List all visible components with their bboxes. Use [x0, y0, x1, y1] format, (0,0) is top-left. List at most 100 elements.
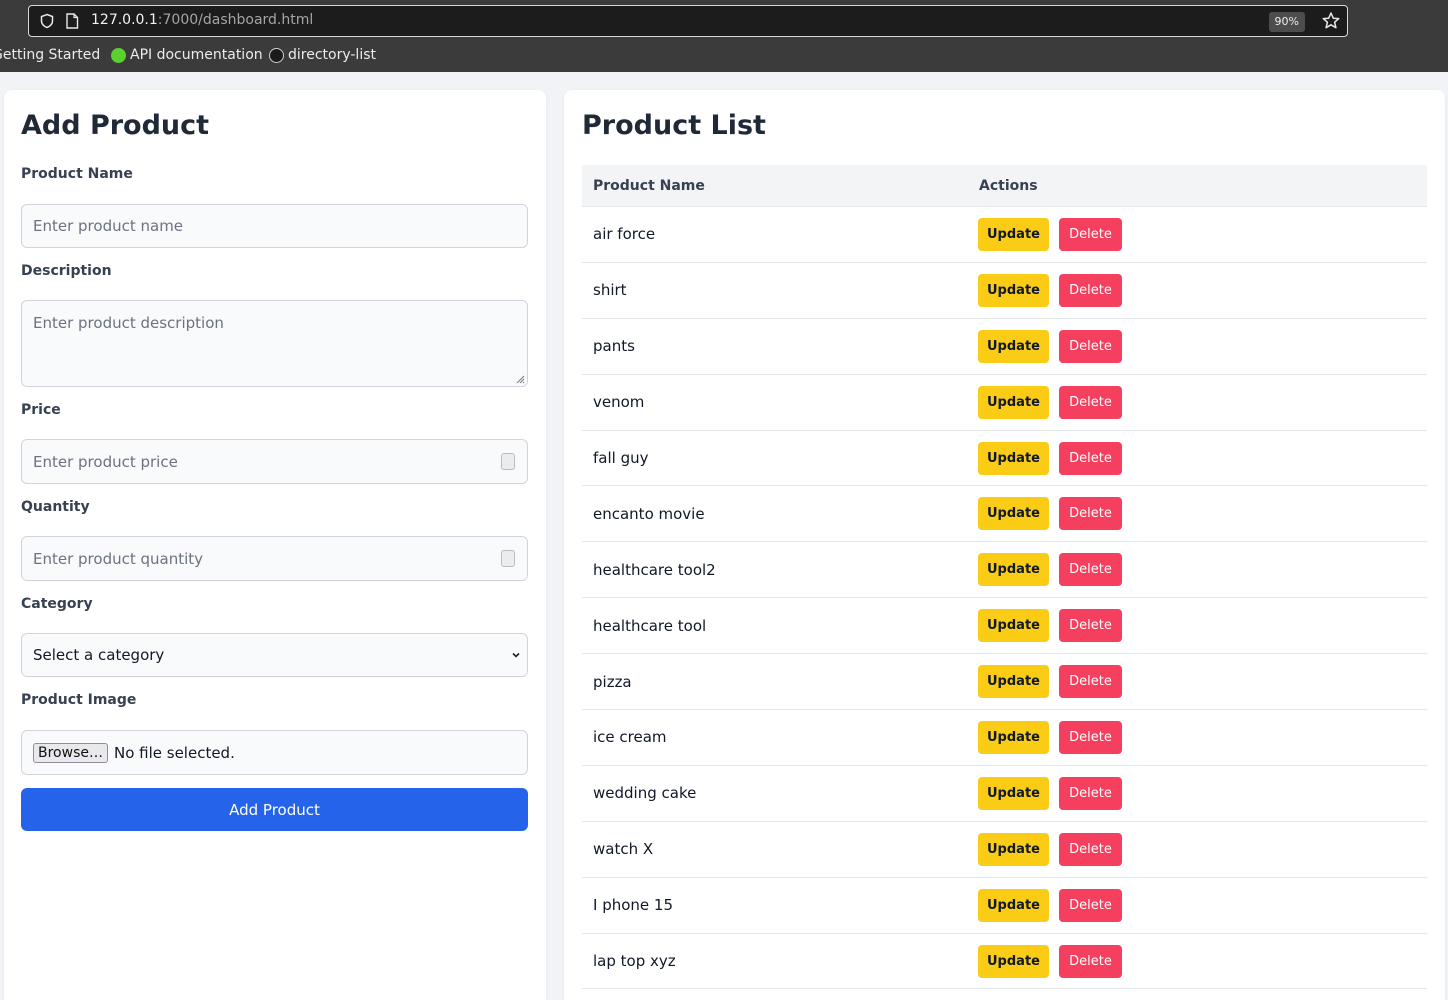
update-button[interactable]: Update	[978, 888, 1049, 922]
table-row: pizza Update Delete	[582, 654, 1427, 711]
table-header: Product Name Actions	[582, 165, 1427, 207]
bookmarks-bar: Getting Started API documentation direct…	[0, 43, 1448, 69]
bookmark-label: Getting Started	[0, 47, 101, 63]
file-status: No file selected.	[113, 743, 235, 762]
table-row: wedding cake Update Delete	[582, 766, 1427, 822]
delete-button[interactable]: Delete	[1059, 441, 1122, 475]
bookmark-directory-list[interactable]: directory-list	[269, 47, 376, 63]
description-label: Description	[21, 263, 112, 279]
table-row: shirt Update Delete	[582, 263, 1427, 319]
delete-button[interactable]: Delete	[1059, 609, 1122, 643]
address-bar[interactable]: 127.0.0.1:7000/dashboard.html 90%	[28, 5, 1348, 37]
delete-button[interactable]: Delete	[1059, 944, 1122, 978]
product-name-cell: ice cream	[593, 728, 667, 747]
quantity-input[interactable]: Enter product quantity	[21, 536, 528, 581]
update-button[interactable]: Update	[978, 441, 1049, 475]
table-row: watch X Update Delete	[582, 822, 1427, 878]
product-image-label: Product Image	[21, 692, 137, 708]
product-name-label: Product Name	[21, 166, 133, 182]
price-input[interactable]: Enter product price	[21, 439, 528, 484]
description-textarea[interactable]: Enter product description	[21, 300, 528, 387]
update-button[interactable]: Update	[978, 776, 1049, 810]
delete-button[interactable]: Delete	[1059, 665, 1122, 699]
update-button[interactable]: Update	[978, 217, 1049, 251]
table-row: fall guy Update Delete	[582, 431, 1427, 487]
delete-button[interactable]: Delete	[1059, 329, 1122, 363]
update-button[interactable]: Update	[978, 720, 1049, 754]
update-button[interactable]: Update	[978, 609, 1049, 643]
browse-button[interactable]: Browse…	[33, 742, 108, 763]
product-name-cell: venom	[593, 393, 645, 412]
url-host: 127.0.0.1	[91, 12, 158, 28]
shield-icon[interactable]	[39, 13, 55, 29]
add-product-title: Add Product	[21, 110, 210, 141]
update-button[interactable]: Update	[978, 273, 1049, 307]
quantity-label: Quantity	[21, 499, 90, 515]
product-list-title: Product List	[582, 110, 766, 141]
product-list-card: Product List Product Name Actions air fo…	[564, 90, 1445, 1000]
product-name-cell: I phone 15	[593, 896, 673, 915]
product-name-cell: watch X	[593, 840, 654, 859]
placeholder: Enter product name	[33, 217, 184, 235]
table-row: ice cream Update Delete	[582, 710, 1427, 766]
placeholder: Enter product quantity	[33, 549, 204, 568]
bookmark-star-icon[interactable]	[1321, 11, 1341, 31]
category-select[interactable]: Select a category	[21, 633, 528, 677]
delete-button[interactable]: Delete	[1059, 273, 1122, 307]
update-button[interactable]: Update	[978, 385, 1049, 419]
product-table: Product Name Actions air force Update Dele…	[582, 165, 1427, 990]
update-button[interactable]: Update	[978, 665, 1049, 699]
table-row: healthcare tool2 Update Delete	[582, 542, 1427, 599]
placeholder: Enter product description	[33, 314, 224, 332]
update-button[interactable]: Update	[978, 497, 1049, 531]
table-row: air force Update Delete	[582, 207, 1427, 263]
number-spinner-icon[interactable]	[501, 453, 515, 470]
bookmark-getting-started[interactable]: Getting Started	[0, 47, 100, 63]
table-row: venom Update Delete	[582, 375, 1427, 431]
delete-button[interactable]: Delete	[1059, 888, 1122, 922]
delete-button[interactable]: Delete	[1059, 385, 1122, 419]
delete-button[interactable]: Delete	[1059, 720, 1122, 754]
product-name-cell: fall guy	[593, 449, 649, 467]
table-row: pants Update Delete	[582, 319, 1427, 375]
product-name-cell: healthcare tool	[593, 616, 707, 635]
update-button[interactable]: Update	[978, 832, 1049, 866]
product-name-cell: lap top xyz	[593, 952, 676, 971]
product-image-input[interactable]: Browse… No file selected.	[21, 730, 528, 775]
github-icon	[269, 47, 284, 63]
table-row: lap top xyz Update Delete	[582, 934, 1427, 990]
update-button[interactable]: Update	[978, 944, 1049, 978]
delete-button[interactable]: Delete	[1059, 497, 1122, 531]
product-name-cell: healthcare tool2	[593, 560, 716, 579]
delete-button[interactable]: Delete	[1059, 776, 1122, 810]
bookmark-label: directory-list	[288, 47, 376, 63]
bookmark-api-documentation[interactable]: API documentation	[111, 47, 263, 63]
price-label: Price	[21, 402, 61, 418]
table-row: I phone 15 Update Delete	[582, 878, 1427, 934]
product-name-cell: pants	[593, 337, 635, 356]
product-name-cell: shirt	[593, 281, 627, 300]
chevron-down-icon	[512, 652, 520, 658]
number-spinner-icon[interactable]	[501, 550, 515, 567]
url-path: :7000/dashboard.html	[157, 12, 314, 28]
column-header-actions: Actions	[979, 177, 1038, 194]
update-button[interactable]: Update	[978, 329, 1049, 363]
zoom-badge[interactable]: 90%	[1268, 12, 1305, 32]
product-name-input[interactable]: Enter product name	[21, 204, 528, 248]
update-button[interactable]: Update	[978, 553, 1049, 587]
table-row: healthcare tool Update Delete	[582, 598, 1427, 655]
api-globe-icon	[111, 47, 126, 63]
placeholder: Enter product price	[33, 452, 178, 471]
product-name-cell: air force	[593, 225, 656, 244]
delete-button[interactable]: Delete	[1059, 217, 1122, 251]
delete-button[interactable]: Delete	[1059, 832, 1122, 866]
table-row: encanto movie Update Delete	[582, 486, 1427, 543]
add-product-button[interactable]: Add Product	[21, 788, 528, 831]
add-product-card: Add Product Product Name Enter product n…	[4, 90, 546, 1000]
column-header-product-name: Product Name	[593, 177, 705, 194]
delete-button[interactable]: Delete	[1059, 553, 1122, 587]
product-name-cell: encanto movie	[593, 504, 705, 523]
resize-grip-icon[interactable]	[515, 374, 525, 384]
page-icon	[66, 13, 79, 29]
url-text: 127.0.0.1:7000/dashboard.html	[91, 12, 313, 28]
